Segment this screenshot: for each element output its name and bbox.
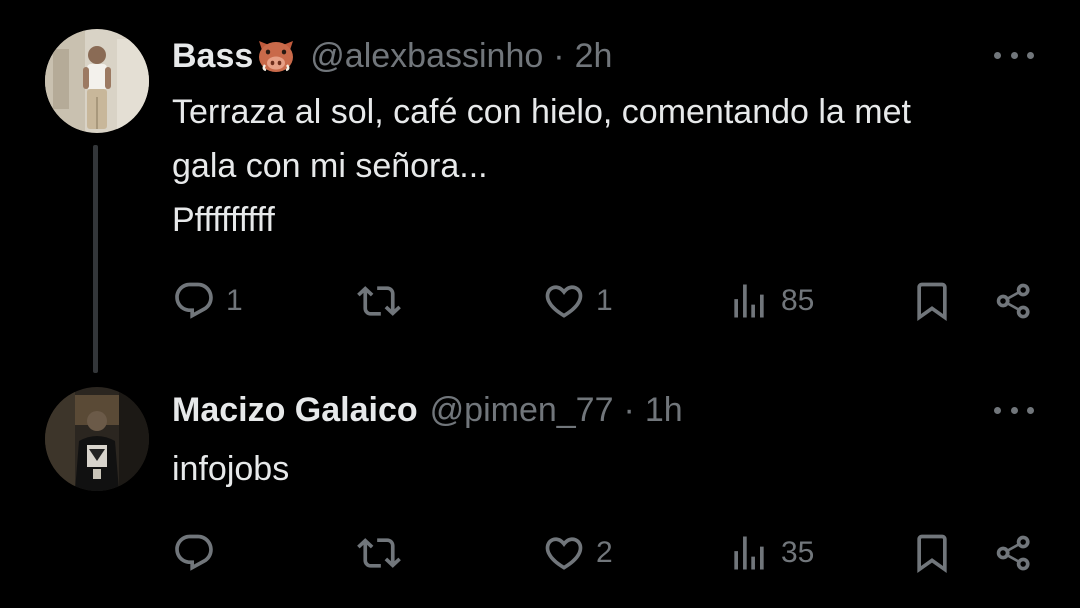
avatar[interactable] — [45, 387, 149, 491]
share-icon — [992, 531, 1036, 575]
reply-icon — [172, 279, 216, 323]
thread-line — [93, 145, 98, 373]
bookmark-button[interactable] — [910, 273, 954, 329]
like-count: 1 — [596, 284, 613, 317]
views-icon — [727, 279, 771, 323]
timestamp[interactable]: 2h — [575, 37, 613, 76]
reply-button[interactable]: 1 — [172, 273, 243, 329]
separator-dot: · — [553, 36, 565, 75]
views-button[interactable]: 85 — [727, 273, 814, 329]
author-name[interactable]: Macizo Galaico — [172, 391, 418, 430]
share-button[interactable] — [992, 525, 1036, 581]
timestamp[interactable]: 1h — [645, 391, 683, 430]
heart-icon — [542, 531, 586, 575]
tweet[interactable]: Macizo Galaico @pimen_77 · 1h infojobs 2… — [0, 370, 1080, 608]
like-button[interactable]: 2 — [542, 525, 613, 581]
views-icon — [727, 531, 771, 575]
tweet-header: Bass @alexbassinho · 2h — [172, 34, 612, 78]
more-options-icon[interactable] — [994, 45, 1034, 65]
views-count: 35 — [781, 536, 815, 569]
bookmark-button[interactable] — [910, 525, 954, 581]
share-icon — [992, 279, 1036, 323]
tweet-text: Terraza al sol, café con hielo, comentan… — [172, 85, 1052, 247]
retweet-button[interactable] — [357, 525, 411, 581]
views-button[interactable]: 35 — [727, 525, 814, 581]
author-name[interactable]: Bass — [172, 37, 253, 76]
boar-face-icon — [254, 37, 298, 75]
action-bar: 1 1 85 — [172, 273, 1042, 329]
retweet-icon — [357, 531, 401, 575]
tweet[interactable]: Bass @alexbassinho · 2h Terraza al sol, … — [0, 0, 1080, 373]
tweet-header: Macizo Galaico @pimen_77 · 1h — [172, 388, 683, 432]
like-button[interactable]: 1 — [542, 273, 613, 329]
more-options-icon[interactable] — [994, 400, 1034, 420]
reply-count: 1 — [226, 284, 243, 317]
like-count: 2 — [596, 536, 613, 569]
tweet-text-line: Pfffffffff — [172, 201, 275, 239]
retweet-icon — [357, 279, 401, 323]
author-handle[interactable]: @alexbassinho — [310, 37, 543, 76]
reply-button[interactable] — [172, 525, 226, 581]
tweet-text-line: Terraza al sol, café con hielo, comentan… — [172, 93, 911, 131]
share-button[interactable] — [992, 273, 1036, 329]
retweet-button[interactable] — [357, 273, 411, 329]
tweet-text-line: gala con mi señora... — [172, 147, 488, 185]
views-count: 85 — [781, 284, 815, 317]
bookmark-icon — [910, 531, 954, 575]
avatar[interactable] — [45, 29, 149, 133]
action-bar: 2 35 — [172, 525, 1042, 581]
reply-icon — [172, 531, 216, 575]
separator-dot: · — [623, 390, 635, 429]
bookmark-icon — [910, 279, 954, 323]
tweet-text-line: infojobs — [172, 450, 290, 488]
author-handle[interactable]: @pimen_77 — [430, 391, 614, 430]
heart-icon — [542, 279, 586, 323]
tweet-text: infojobs — [172, 442, 1052, 496]
